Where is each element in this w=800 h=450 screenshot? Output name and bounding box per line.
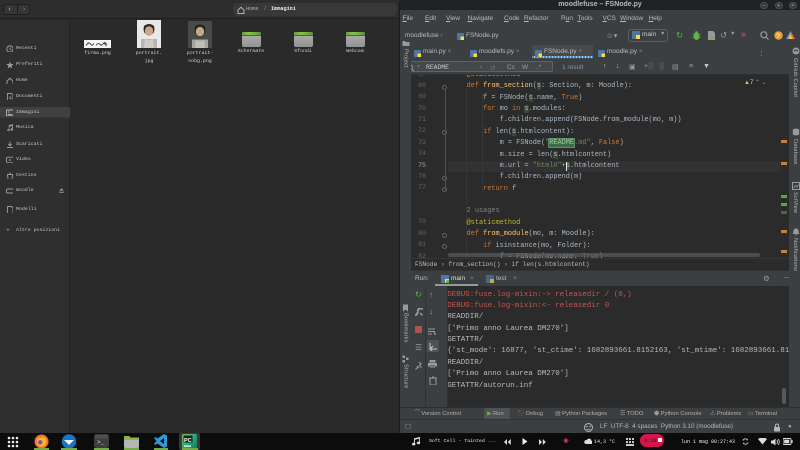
svg-text:PC: PC xyxy=(184,438,192,444)
svg-text:>_: >_ xyxy=(97,439,105,446)
svg-text:?: ? xyxy=(776,33,780,40)
